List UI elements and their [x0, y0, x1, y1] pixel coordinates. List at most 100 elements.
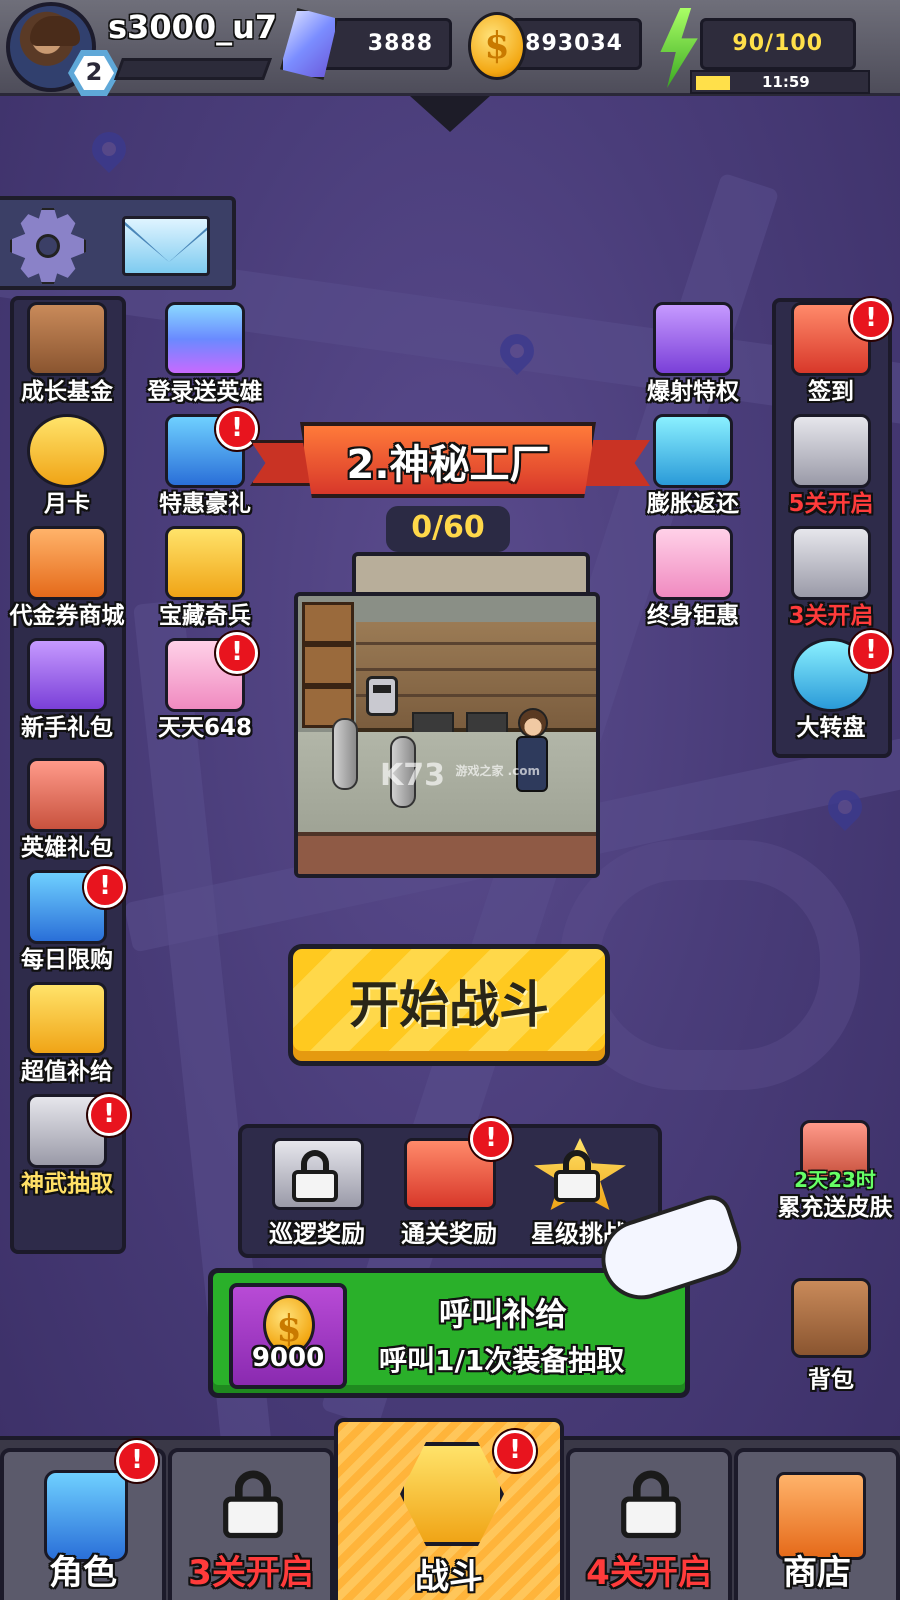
login-hero-icon: [165, 302, 245, 376]
gear-icon[interactable]: [10, 208, 86, 284]
sign-in-button[interactable]: 签到 !: [766, 298, 896, 412]
level-preview-scene[interactable]: [294, 592, 600, 878]
monthly-card-button[interactable]: 月卡: [2, 412, 132, 524]
alert-badge-icon: !: [84, 866, 126, 908]
lucky-wheel-button[interactable]: 大转盘 !: [766, 630, 896, 748]
tab-locked-4[interactable]: 4关开启: [566, 1448, 732, 1600]
lifetime-discount-icon: [653, 526, 733, 600]
tab-locked-4-label: 4关开启: [586, 1553, 712, 1593]
player-level: 2: [85, 58, 103, 86]
gem-counter[interactable]: 3888: [320, 18, 452, 70]
tab-shop[interactable]: 商店: [734, 1448, 900, 1600]
burst-privilege-icon: [653, 302, 733, 376]
map-pin-icon: [84, 124, 134, 174]
coin-icon: [468, 12, 526, 80]
voucher-shop-label: 代金券商城: [9, 603, 125, 629]
hero-pack-icon: [27, 758, 107, 832]
level-progress-text: 0/60: [411, 510, 485, 545]
recharge-skin-promo-button[interactable]: 2天23时 累充送皮肤: [770, 1118, 900, 1221]
energy-counter[interactable]: 90/100: [700, 18, 856, 70]
level-progress: 0/60: [386, 506, 510, 552]
clear-reward-button[interactable]: 通关奖励 !: [384, 1118, 514, 1252]
coin-amount: 893034: [525, 31, 623, 56]
alert-badge-icon: !: [470, 1118, 512, 1160]
start-battle-button[interactable]: 开始战斗: [288, 944, 610, 1066]
tab-character[interactable]: ! 角色: [0, 1440, 166, 1600]
locked-feature-3-button[interactable]: 3关开启: [766, 524, 896, 636]
site-watermark: K73 游戏之家 .com: [380, 758, 541, 793]
battle-badge-icon: [400, 1442, 504, 1546]
lock-icon: [621, 1470, 681, 1539]
locked-notepad-icon: [791, 526, 871, 600]
tab-battle[interactable]: ! 战斗: [334, 1418, 564, 1600]
daily-648-button[interactable]: 天天648 !: [140, 632, 270, 748]
locked-feature-5-button[interactable]: 5关开启: [766, 412, 896, 524]
patrol-reward-label: 巡逻奖励: [269, 1220, 365, 1248]
bottom-nav: ! 角色 3关开启 ! 战斗 4关开启 商店: [0, 1418, 900, 1600]
patrol-reward-button[interactable]: 巡逻奖励: [252, 1134, 382, 1252]
newbie-gift-icon: [27, 638, 107, 712]
tab-character-label: 角色: [49, 1553, 117, 1593]
coin-counter[interactable]: 893034: [510, 18, 642, 70]
divine-weapon-button[interactable]: 神武抽取 !: [2, 1092, 132, 1204]
level-title: 2.神秘工厂: [346, 442, 550, 488]
robot-enemy: [366, 676, 398, 716]
xp-bar: [113, 58, 273, 80]
growth-fund-button[interactable]: 成长基金: [2, 300, 132, 412]
special-gift-label: 特惠豪礼: [159, 491, 251, 517]
supply-title: 呼叫补给: [439, 1295, 568, 1333]
unlock-at-3-label: 3关开启: [788, 603, 874, 629]
lock-icon: [554, 1150, 600, 1202]
daily-limited-button[interactable]: 每日限购 !: [2, 866, 132, 980]
unlock-at-5-label: 5关开启: [788, 491, 874, 517]
mail-icon[interactable]: [122, 216, 210, 276]
value-supply-button[interactable]: 超值补给: [2, 980, 132, 1092]
supply-cost: 9000: [251, 1343, 325, 1373]
reward-panel: 巡逻奖励 通关奖励 ! 星级挑战: [238, 1118, 662, 1258]
daily-limited-label: 每日限购: [21, 947, 113, 973]
clear-reward-label: 通关奖励: [401, 1220, 497, 1248]
newbie-gift-button[interactable]: 新手礼包: [2, 636, 132, 748]
treasure-soldier-label: 宝藏奇兵: [159, 603, 251, 629]
expansion-return-button[interactable]: 膨胀返还: [628, 412, 758, 524]
burst-privilege-button[interactable]: 爆射特权: [628, 300, 758, 412]
recharge-promo-label: 累充送皮肤: [777, 1195, 893, 1221]
backpack-button[interactable]: 背包: [766, 1276, 896, 1393]
treasure-soldier-icon: [165, 526, 245, 600]
voucher-shop-icon: [27, 526, 107, 600]
pipe: [332, 718, 358, 790]
gem-icon: [280, 8, 338, 80]
gem-amount: 3888: [367, 31, 433, 56]
alert-badge-icon: !: [216, 408, 258, 450]
treasure-soldier-button[interactable]: 宝藏奇兵: [140, 524, 270, 636]
alert-badge-icon: !: [88, 1094, 130, 1136]
lucky-wheel-label: 大转盘: [796, 715, 866, 741]
lock-icon: [223, 1470, 283, 1539]
growth-fund-label: 成长基金: [21, 379, 113, 405]
monthly-card-medal-icon: [27, 414, 107, 488]
growth-fund-chest-icon: [27, 302, 107, 376]
divine-weapon-label: 神武抽取: [21, 1171, 113, 1197]
alert-badge-icon: !: [850, 298, 892, 340]
crate: [302, 644, 354, 686]
value-supply-label: 超值补给: [21, 1059, 113, 1085]
alert-badge-icon: !: [494, 1430, 536, 1472]
voucher-shop-button[interactable]: 代金券商城: [2, 524, 132, 636]
energy-amount: 90/100: [732, 31, 823, 56]
start-battle-label: 开始战斗: [349, 976, 549, 1034]
hero-pack-button[interactable]: 英雄礼包: [2, 756, 132, 868]
alert-badge-icon: !: [216, 632, 258, 674]
crate: [302, 602, 354, 644]
login-hero-label: 登录送英雄: [147, 379, 263, 405]
hero-pack-label: 英雄礼包: [21, 835, 113, 861]
burst-privilege-label: 爆射特权: [647, 379, 739, 405]
newbie-gift-label: 新手礼包: [21, 715, 113, 741]
special-gift-button[interactable]: 特惠豪礼 !: [140, 408, 270, 524]
login-hero-button[interactable]: 登录送英雄: [140, 300, 270, 412]
value-supply-icon: [27, 982, 107, 1056]
lifetime-discount-label: 终身钜惠: [647, 603, 739, 629]
locked-calendar-icon: [791, 414, 871, 488]
lifetime-discount-button[interactable]: 终身钜惠: [628, 524, 758, 636]
player-level-badge: 2: [68, 50, 120, 96]
tab-locked-3[interactable]: 3关开启: [168, 1448, 334, 1600]
